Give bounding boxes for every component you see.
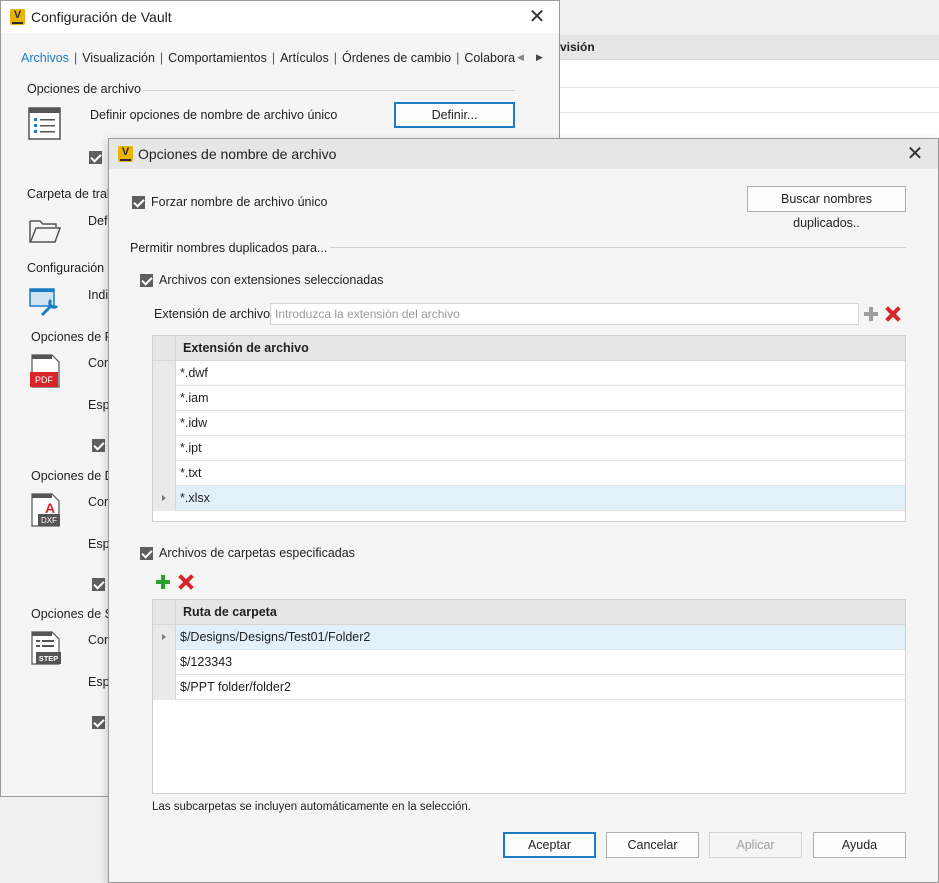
file-name-options-dialog: V Opciones de nombre de archivo ✕ Forzar… [108, 138, 939, 883]
help-button[interactable]: Ayuda [813, 832, 906, 858]
folder-icon [29, 220, 62, 243]
folders-grid-header: Ruta de carpeta [153, 600, 905, 625]
force-unique-label[interactable]: Forzar nombre de archivo único [151, 195, 327, 209]
extension-input[interactable] [270, 303, 859, 325]
tab-ordenes-de-cambio[interactable]: Órdenes de cambio [342, 51, 451, 65]
background-row-divider [560, 112, 939, 113]
tab-articulos[interactable]: Artículos [280, 51, 329, 65]
tab-separator: | [456, 51, 460, 65]
dialog-title: Opciones de nombre de archivo [138, 146, 337, 162]
vault-tabs: Archivos | Visualización | Comportamientos | A… [21, 51, 515, 71]
vault-logo-icon: V [10, 9, 25, 25]
define-button[interactable]: Definir... [394, 102, 515, 128]
config-label: Indi [88, 288, 109, 302]
tab-separator: | [333, 51, 337, 65]
allow-duplicates-title: Permitir nombres duplicados para... [130, 241, 328, 255]
extension-row-selected[interactable]: *.xlsx [176, 486, 905, 511]
dialog-logo-icon: V [118, 146, 133, 162]
apply-button[interactable]: Aplicar [709, 832, 802, 858]
pdf-checkbox[interactable] [92, 439, 105, 452]
workfolder-title: Carpeta de trab [27, 187, 114, 201]
dxf-file-icon: A DXF [31, 493, 60, 527]
dialog-titlebar: V Opciones de nombre de archivo ✕ [109, 139, 938, 169]
background-row-divider [560, 87, 939, 88]
file-list-icon [28, 107, 61, 140]
svg-text:STEP: STEP [39, 654, 59, 663]
row-indicator-column [153, 361, 176, 511]
extension-column-header[interactable]: Extensión de archivo [183, 341, 309, 355]
cancel-button[interactable]: Cancelar [606, 832, 699, 858]
grid-header-corner [153, 600, 176, 625]
tab-visualizacion[interactable]: Visualización [82, 51, 155, 65]
file-options-title: Opciones de archivo [27, 82, 141, 96]
extensions-grid-header: Extensión de archivo [153, 336, 905, 361]
folder-row[interactable]: $/123343 [176, 650, 905, 675]
vault-titlebar: V Configuración de Vault ✕ [1, 1, 559, 33]
remove-folder-icon[interactable] [179, 575, 193, 589]
folder-row[interactable]: $/PPT folder/folder2 [176, 675, 905, 700]
extension-field-label: Extensión de archivo: [154, 307, 274, 321]
folders-grid: Ruta de carpeta $/Designs/Designs/Test01… [152, 599, 906, 794]
selected-extensions-label[interactable]: Archivos con extensiones seleccionadas [159, 273, 383, 287]
extension-row[interactable]: *.idw [176, 411, 905, 436]
extension-row[interactable]: *.txt [176, 461, 905, 486]
tab-separator: | [159, 51, 164, 65]
specified-folders-label[interactable]: Archivos de carpetas especificadas [159, 546, 355, 560]
step-label-2: Esp [88, 675, 110, 689]
tab-separator: | [271, 51, 276, 65]
force-unique-checkbox[interactable] [132, 196, 145, 209]
folder-row-selected[interactable]: $/Designs/Designs/Test01/Folder2 [176, 625, 905, 650]
file-option-checkbox[interactable] [89, 151, 102, 164]
tab-colabora[interactable]: Colabora [464, 51, 515, 65]
background-column-header[interactable]: visión [560, 40, 595, 54]
background-grid-header: visión [560, 35, 939, 60]
tab-comportamientos[interactable]: Comportamientos [168, 51, 267, 65]
dxf-checkbox[interactable] [92, 578, 105, 591]
dialog-close-icon[interactable]: ✕ [901, 140, 929, 168]
vault-window-title: Configuración de Vault [31, 9, 172, 25]
selected-extensions-checkbox[interactable] [140, 274, 153, 287]
vault-close-icon[interactable]: ✕ [523, 3, 551, 31]
pdf-file-icon: PDF [30, 354, 60, 388]
background-grid-body [560, 60, 939, 138]
tab-separator: | [73, 51, 78, 65]
extension-row[interactable]: *.dwf [176, 361, 905, 386]
folder-path-column-header[interactable]: Ruta de carpeta [183, 605, 277, 619]
current-row-arrow-icon [162, 495, 166, 501]
pdf-options-title: Opciones de P [31, 330, 113, 344]
unique-name-label: Definir opciones de nombre de archivo ún… [90, 108, 338, 122]
config-title: Configuración [27, 261, 105, 275]
add-extension-icon[interactable] [864, 307, 878, 321]
pdf-label-2: Esp [88, 398, 110, 412]
dxf-label-2: Esp [88, 537, 110, 551]
workfolder-label: Defi [88, 214, 111, 228]
current-row-arrow-icon [162, 634, 166, 640]
step-file-icon: STEP [31, 631, 61, 665]
extension-row[interactable]: *.ipt [176, 436, 905, 461]
subfolders-note: Las subcarpetas se incluyen automáticame… [152, 801, 471, 813]
add-folder-icon[interactable] [156, 575, 170, 589]
tab-scroll-left-icon[interactable]: ◀ [517, 52, 524, 63]
svg-text:PDF: PDF [35, 375, 54, 385]
section-divider [330, 247, 906, 248]
find-duplicates-button[interactable]: Buscar nombres duplicados.. [747, 186, 906, 230]
extensions-grid: Extensión de archivo *.dwf *.iam *.idw *… [152, 335, 906, 522]
step-checkbox[interactable] [92, 716, 105, 729]
remove-extension-icon[interactable] [886, 307, 900, 321]
svg-text:A: A [45, 500, 55, 516]
dxf-options-title: Opciones de D [31, 469, 114, 483]
group-divider [143, 90, 515, 91]
extension-row[interactable]: *.iam [176, 386, 905, 411]
specified-folders-checkbox[interactable] [140, 547, 153, 560]
ok-button[interactable]: Aceptar [503, 832, 596, 858]
tab-archivos[interactable]: Archivos [21, 51, 69, 65]
tab-scroll-right-icon[interactable]: ▶ [536, 52, 543, 63]
svg-text:DXF: DXF [41, 516, 57, 525]
grid-header-corner [153, 336, 176, 361]
config-wrench-icon [29, 288, 59, 317]
